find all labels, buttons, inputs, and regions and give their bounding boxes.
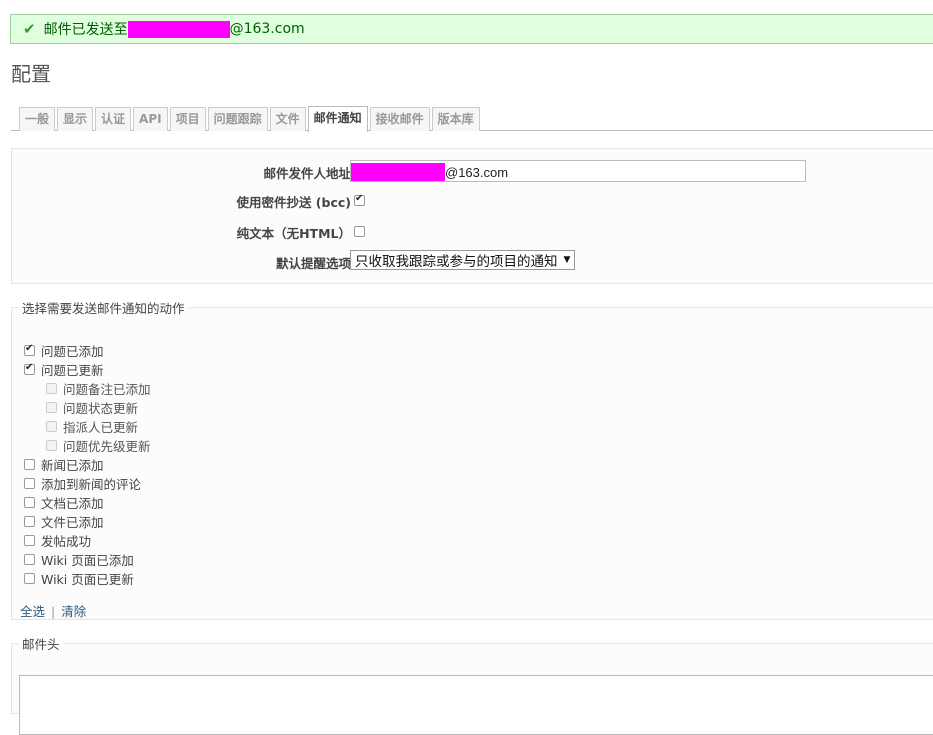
email-header-fieldset: 邮件头 — [11, 634, 933, 735]
sender-value-suffix: @163.com — [445, 164, 509, 180]
action-item: 文件已添加 — [24, 512, 151, 531]
plain-text-checkbox[interactable] — [354, 226, 365, 237]
email-header-legend: 邮件头 — [22, 637, 60, 652]
action-checkbox — [46, 440, 57, 451]
clear-link[interactable]: 清除 — [61, 604, 86, 619]
notify-actions-fieldset: 选择需要发送邮件通知的动作 问题已添加问题已更新问题备注已添加问题状态更新指派人… — [11, 298, 933, 620]
tab-authentication[interactable]: 认证 — [95, 107, 132, 131]
check-icon: ✔ — [23, 20, 36, 38]
action-label: 新闻已添加 — [41, 458, 104, 473]
dropdown-arrow-icon: ▼ — [563, 255, 571, 265]
action-label: Wiki 页面已添加 — [41, 553, 134, 568]
redacted-sender — [351, 163, 445, 181]
bcc-checkbox[interactable] — [354, 193, 365, 206]
action-label: 发帖成功 — [41, 534, 92, 549]
action-item: 问题已更新 — [24, 360, 151, 379]
action-label: 文档已添加 — [41, 496, 104, 511]
action-checkbox — [46, 402, 57, 413]
action-item: Wiki 页面已更新 — [24, 569, 151, 588]
notify-actions-list: 问题已添加问题已更新问题备注已添加问题状态更新指派人已更新问题优先级更新新闻已添… — [24, 341, 151, 588]
default-notify-row: 默认提醒选项 只收取我跟踪或参与的项目的通知 ▼ — [12, 250, 933, 272]
email-header-textarea[interactable] — [19, 675, 933, 735]
action-item: Wiki 页面已添加 — [24, 550, 151, 569]
notify-actions-legend: 选择需要发送邮件通知的动作 — [22, 301, 185, 316]
action-checkbox[interactable] — [24, 516, 35, 527]
action-checkbox[interactable] — [24, 478, 35, 489]
tab-files[interactable]: 文件 — [269, 107, 306, 131]
action-checkbox — [46, 383, 57, 394]
action-item: 指派人已更新 — [24, 417, 151, 436]
tab-incoming-emails[interactable]: 接收邮件 — [369, 107, 430, 131]
action-item: 新闻已添加 — [24, 455, 151, 474]
tab-display[interactable]: 显示 — [57, 107, 94, 131]
bcc-label: 使用密件抄送 (bcc) — [236, 195, 351, 210]
select-all-link[interactable]: 全选 — [20, 604, 45, 619]
settings-tabs: 一般 显示 认证 API 项目 问题跟踪 文件 邮件通知 接收邮件 版本库 — [11, 106, 933, 132]
email-settings-box: 邮件发件人地址 @163.com 使用密件抄送 (bcc) 纯文本（无HTML）… — [11, 148, 933, 284]
action-checkbox[interactable] — [24, 573, 35, 584]
action-label: 指派人已更新 — [63, 420, 139, 435]
action-item: 问题备注已添加 — [24, 379, 151, 398]
action-checkbox[interactable] — [24, 362, 35, 375]
action-checkbox[interactable] — [24, 535, 35, 546]
action-label: 添加到新闻的评论 — [41, 477, 142, 492]
tab-repositories[interactable]: 版本库 — [431, 107, 480, 131]
action-label: 问题状态更新 — [63, 401, 139, 416]
action-item: 问题优先级更新 — [24, 436, 151, 455]
default-notify-select[interactable]: 只收取我跟踪或参与的项目的通知 ▼ — [350, 250, 576, 270]
sender-email-input[interactable]: @163.com — [350, 160, 806, 182]
bcc-row: 使用密件抄送 (bcc) — [12, 189, 933, 211]
action-label: 问题已添加 — [41, 344, 104, 359]
sender-label: 邮件发件人地址 — [263, 166, 351, 181]
tab-general[interactable]: 一般 — [19, 107, 56, 131]
plain-text-row: 纯文本（无HTML） — [12, 220, 933, 242]
action-item: 文档已添加 — [24, 493, 151, 512]
flash-suffix: @163.com — [229, 21, 305, 37]
action-label: 文件已添加 — [41, 515, 104, 530]
action-label: 问题已更新 — [41, 363, 104, 378]
action-item: 添加到新闻的评论 — [24, 474, 151, 493]
tab-email-notifications[interactable]: 邮件通知 — [307, 106, 368, 132]
action-label: 问题备注已添加 — [63, 382, 151, 397]
action-checkbox[interactable] — [24, 343, 35, 356]
action-item: 发帖成功 — [24, 531, 151, 550]
action-item: 问题已添加 — [24, 341, 151, 360]
redacted-email — [127, 20, 230, 38]
action-checkbox — [46, 421, 57, 432]
default-notify-label: 默认提醒选项 — [275, 256, 351, 271]
action-label: Wiki 页面已更新 — [41, 572, 134, 587]
action-checkbox[interactable] — [24, 459, 35, 470]
page-title: 配置 — [11, 62, 51, 86]
action-label: 问题优先级更新 — [63, 439, 151, 454]
action-item: 问题状态更新 — [24, 398, 151, 417]
select-links: 全选 | 清除 — [20, 601, 86, 620]
action-checkbox[interactable] — [24, 497, 35, 508]
flash-notice: ✔ 邮件已发送至 @163.com — [10, 14, 933, 44]
default-notify-value: 只收取我跟踪或参与的项目的通知 — [355, 254, 558, 270]
tab-projects[interactable]: 项目 — [169, 107, 206, 131]
sender-row: 邮件发件人地址 @163.com — [12, 160, 933, 182]
tab-issue-tracking[interactable]: 问题跟踪 — [207, 107, 268, 131]
link-separator: | — [51, 604, 56, 619]
action-checkbox[interactable] — [24, 554, 35, 565]
tab-api[interactable]: API — [133, 107, 168, 131]
flash-prefix: 邮件已发送至 — [43, 22, 128, 38]
plain-text-label: 纯文本（无HTML） — [236, 226, 351, 241]
